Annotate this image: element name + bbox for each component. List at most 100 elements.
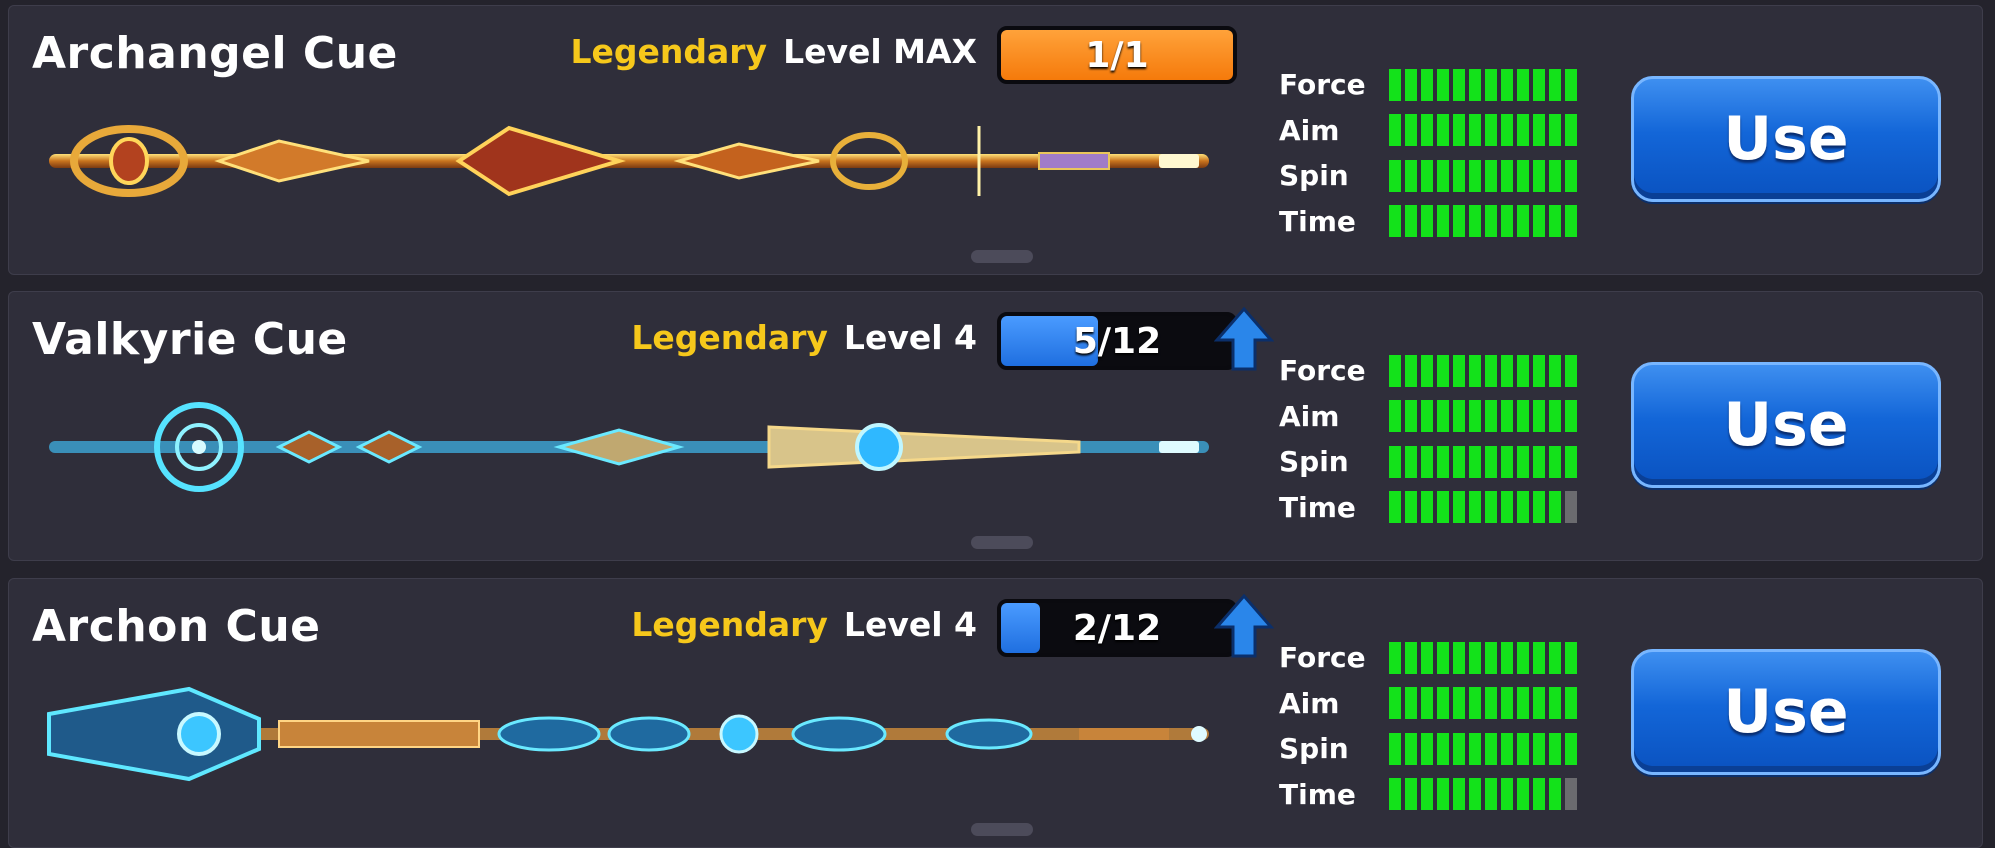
stat-segment-filled: [1501, 205, 1513, 238]
level-label: Level MAX: [783, 32, 977, 71]
stat-segment-filled: [1565, 68, 1577, 101]
stat-segment-filled: [1501, 491, 1513, 524]
stat-segment-filled: [1421, 400, 1433, 433]
progress-text: 2/12: [1072, 607, 1162, 649]
level-progress-bar: 1/1: [997, 26, 1237, 84]
stat-segment-filled: [1501, 732, 1513, 765]
rarity-label: Legendary: [631, 318, 828, 357]
stat-segment-filled: [1405, 159, 1417, 192]
cue-stats: Force Aim Spin Time: [1279, 62, 1577, 244]
stat-segment-filled: [1485, 732, 1497, 765]
stat-aim: Aim: [1279, 681, 1577, 727]
stat-segment-filled: [1421, 641, 1433, 674]
stat-bar: [1389, 778, 1577, 811]
stat-segment-filled: [1405, 491, 1417, 524]
stat-segment-filled: [1389, 354, 1401, 387]
stat-segment-filled: [1437, 205, 1449, 238]
stat-segment-filled: [1533, 354, 1545, 387]
stat-segment-filled: [1517, 687, 1529, 720]
stat-segment-filled: [1389, 159, 1401, 192]
stat-segment-filled: [1389, 400, 1401, 433]
stat-segment-filled: [1485, 354, 1497, 387]
stat-bar: [1389, 491, 1577, 524]
stat-label: Spin: [1279, 159, 1349, 193]
cue-image: [47, 686, 1209, 782]
upgrade-arrow-icon[interactable]: [1214, 306, 1274, 372]
cue-card[interactable]: Archon Cue Legendary Level 4 2/12 Force …: [8, 578, 1983, 848]
cue-stats: Force Aim Spin Time: [1279, 348, 1577, 530]
stat-segment-filled: [1437, 732, 1449, 765]
drag-handle[interactable]: [971, 250, 1033, 263]
rarity-label: Legendary: [631, 605, 828, 644]
use-button[interactable]: Use: [1631, 649, 1941, 775]
stat-label: Time: [1279, 777, 1356, 811]
stat-force: Force: [1279, 62, 1577, 108]
stat-segment-filled: [1469, 778, 1481, 811]
cue-card[interactable]: Valkyrie Cue Legendary Level 4 5/12 Forc…: [8, 291, 1983, 561]
stat-segment-filled: [1405, 354, 1417, 387]
stat-segment-filled: [1517, 114, 1529, 147]
progress-text: 1/1: [1085, 34, 1149, 76]
stat-segment-filled: [1453, 491, 1465, 524]
stat-segment-filled: [1533, 445, 1545, 478]
stat-segment-filled: [1389, 778, 1401, 811]
stat-segment-filled: [1501, 641, 1513, 674]
stat-segment-filled: [1517, 205, 1529, 238]
stat-segment-filled: [1405, 68, 1417, 101]
stat-segment-filled: [1389, 68, 1401, 101]
stat-segment-filled: [1389, 445, 1401, 478]
stat-segment-filled: [1517, 732, 1529, 765]
stat-label: Aim: [1279, 686, 1340, 720]
stat-segment-filled: [1437, 114, 1449, 147]
stat-segment-filled: [1405, 445, 1417, 478]
stat-bar: [1389, 641, 1577, 674]
stat-segment-filled: [1453, 445, 1465, 478]
stat-segment-filled: [1469, 114, 1481, 147]
stat-bar: [1389, 732, 1577, 765]
cue-card[interactable]: Archangel Cue Legendary Level MAX 1/1 Fo…: [8, 5, 1983, 275]
stat-segment-filled: [1485, 400, 1497, 433]
stat-time: Time: [1279, 772, 1577, 818]
upgrade-arrow-icon[interactable]: [1214, 593, 1274, 659]
stat-segment-filled: [1485, 445, 1497, 478]
drag-handle[interactable]: [971, 536, 1033, 549]
stat-segment-filled: [1453, 400, 1465, 433]
stat-segment-filled: [1565, 114, 1577, 147]
stat-segment-filled: [1421, 354, 1433, 387]
stat-segment-filled: [1485, 114, 1497, 147]
stat-spin: Spin: [1279, 726, 1577, 772]
stat-segment-filled: [1549, 732, 1561, 765]
stat-segment-filled: [1453, 205, 1465, 238]
stat-segment-filled: [1437, 687, 1449, 720]
stat-segment-filled: [1533, 114, 1545, 147]
stat-segment-filled: [1469, 68, 1481, 101]
stat-segment-filled: [1389, 205, 1401, 238]
stat-spin: Spin: [1279, 153, 1577, 199]
stat-segment-filled: [1437, 778, 1449, 811]
stat-segment-filled: [1549, 159, 1561, 192]
stat-segment-filled: [1565, 641, 1577, 674]
stat-segment-filled: [1389, 114, 1401, 147]
stat-segment-filled: [1389, 687, 1401, 720]
stat-segment-filled: [1501, 68, 1513, 101]
stat-segment-filled: [1405, 732, 1417, 765]
stat-segment-filled: [1517, 400, 1529, 433]
stat-segment-filled: [1421, 687, 1433, 720]
use-button[interactable]: Use: [1631, 76, 1941, 202]
stat-segment-filled: [1405, 400, 1417, 433]
use-button[interactable]: Use: [1631, 362, 1941, 488]
stat-segment-filled: [1421, 732, 1433, 765]
stat-segment-filled: [1389, 491, 1401, 524]
stat-segment-filled: [1405, 687, 1417, 720]
drag-handle[interactable]: [971, 823, 1033, 836]
stat-segment-filled: [1421, 159, 1433, 192]
stat-segment-filled: [1453, 114, 1465, 147]
rarity-level: Legendary Level MAX: [570, 32, 977, 71]
cue-name: Archon Cue: [32, 601, 321, 652]
stat-segment-filled: [1565, 354, 1577, 387]
stat-segment-filled: [1533, 205, 1545, 238]
rarity-label: Legendary: [570, 32, 768, 71]
stat-bar: [1389, 159, 1577, 192]
stat-segment-filled: [1389, 641, 1401, 674]
stat-segment-filled: [1421, 491, 1433, 524]
